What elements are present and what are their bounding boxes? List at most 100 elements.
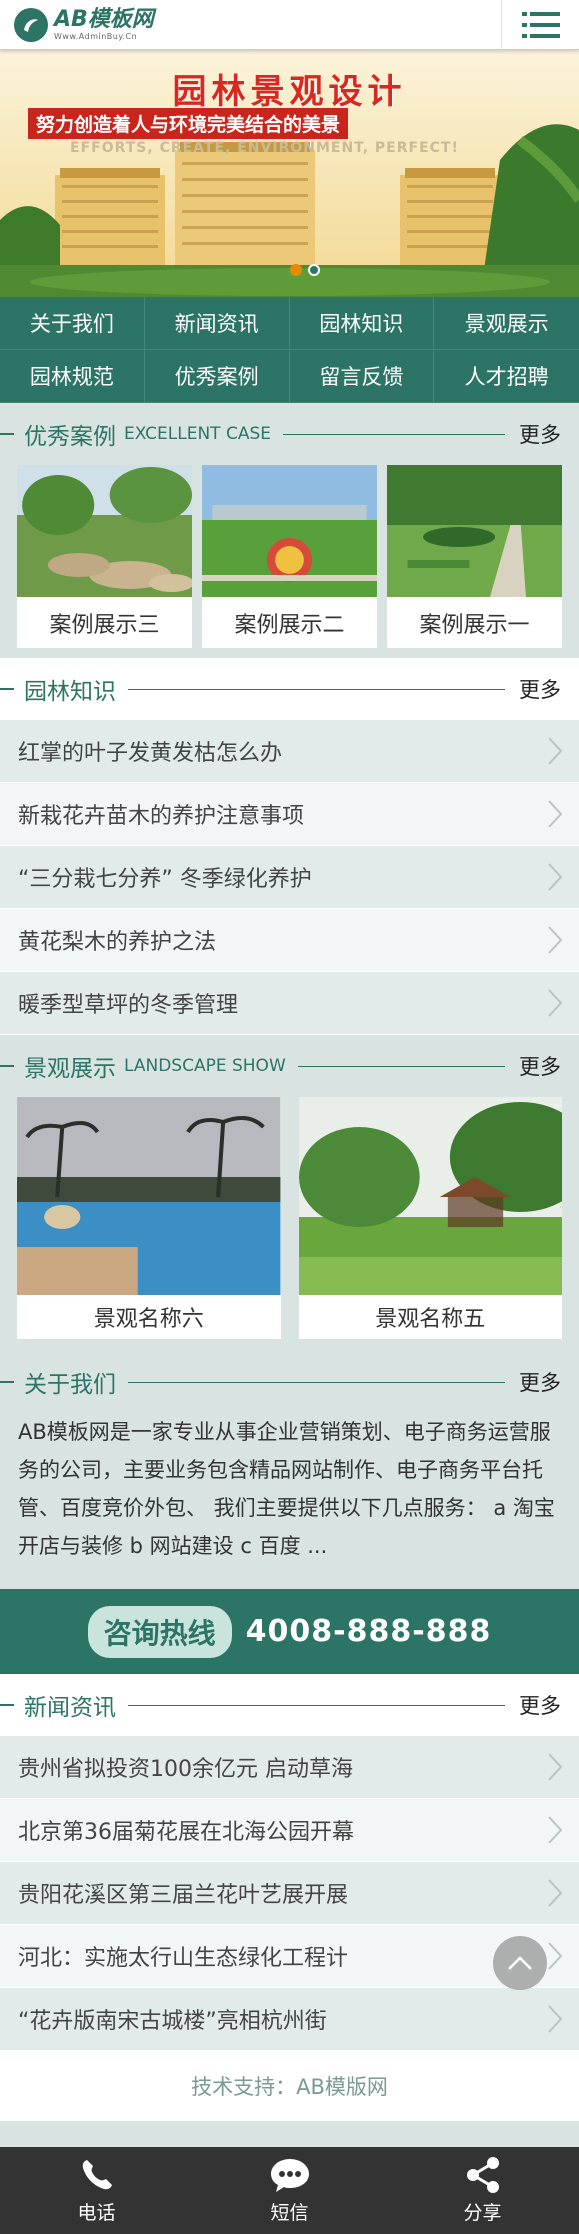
section-title: 关于我们 bbox=[24, 1372, 116, 1398]
menu-icon bbox=[521, 11, 560, 38]
chevron-right-icon bbox=[543, 986, 567, 1020]
phone-icon bbox=[82, 2160, 112, 2190]
sms-icon bbox=[270, 2159, 309, 2192]
chevron-right-icon bbox=[543, 860, 567, 894]
list-item[interactable]: 暖季型草坪的冬季管理 bbox=[0, 972, 579, 1035]
case-card[interactable]: 案例展示三 bbox=[17, 465, 192, 648]
list-item[interactable]: “花卉版南宋古城楼”亮相杭州街 bbox=[0, 1988, 579, 2051]
section-header-news: 新闻资讯 更多 bbox=[0, 1674, 579, 1736]
list-item-title: 北京第36届菊花展在北海公园开幕 bbox=[18, 1820, 354, 1845]
menu-button[interactable] bbox=[501, 0, 579, 50]
landscape-image bbox=[298, 1097, 562, 1295]
case-image bbox=[387, 465, 562, 597]
chevron-right-icon bbox=[543, 923, 567, 957]
chevron-right-icon bbox=[543, 1750, 567, 1784]
hotline-label: 咨询热线 bbox=[87, 1605, 232, 1658]
news-list: 贵州省拟投资100余亿元 启动草海 北京第36届菊花展在北海公园开幕 贵阳花溪区… bbox=[0, 1736, 579, 2051]
nav-about[interactable]: 关于我们 bbox=[0, 297, 145, 350]
landscape-card[interactable]: 景观名称五 bbox=[298, 1097, 562, 1339]
case-image bbox=[17, 465, 192, 597]
landscape-label: 景观名称六 bbox=[93, 1307, 204, 1332]
bottom-bar: 电话 短信 分享 bbox=[0, 2147, 579, 2234]
back-to-top-button[interactable] bbox=[493, 1936, 547, 1990]
section-title-en: EXCELLENT CASE bbox=[124, 424, 271, 444]
landscape-label: 景观名称五 bbox=[375, 1307, 486, 1332]
nav-standards[interactable]: 园林规范 bbox=[0, 350, 145, 403]
list-item[interactable]: 贵州省拟投资100余亿元 启动草海 bbox=[0, 1736, 579, 1799]
list-item-title: 贵阳花溪区第三届兰花叶艺展开展 bbox=[18, 1883, 349, 1908]
footer-phone-button[interactable]: 电话 bbox=[0, 2147, 193, 2234]
list-item[interactable]: 红掌的叶子发黄发枯怎么办 bbox=[0, 720, 579, 783]
banner-slider[interactable]: 园林景观设计 努力创造着人与环境完美结合的美景 EFFORTS, CREATE,… bbox=[0, 50, 579, 297]
nav-landscape[interactable]: 景观展示 bbox=[434, 297, 579, 350]
tech-support[interactable]: 技术支持：AB模版网 bbox=[0, 2051, 579, 2121]
chevron-up-icon bbox=[508, 1956, 532, 1970]
case-label: 案例展示三 bbox=[49, 612, 160, 638]
footer-label: 短信 bbox=[270, 2202, 309, 2224]
more-link[interactable]: 更多 bbox=[519, 1051, 561, 1081]
banner-subtitle: 努力创造着人与环境完美结合的美景 bbox=[28, 108, 349, 139]
header: AB模板网 Www.AdminBuy.Cn bbox=[0, 0, 579, 50]
section-header-knowledge: 园林知识 更多 bbox=[0, 658, 579, 720]
section-header-cases: 优秀案例 EXCELLENT CASE 更多 bbox=[0, 403, 579, 465]
nav-knowledge[interactable]: 园林知识 bbox=[289, 297, 435, 350]
hotline-banner[interactable]: 咨询热线 4008-888-888 bbox=[0, 1589, 579, 1674]
case-card[interactable]: 案例展示一 bbox=[387, 465, 562, 648]
banner-title: 园林景观设计 bbox=[172, 72, 407, 112]
banner-english: EFFORTS, CREATE, ENVIRONMENT, PERFECT! bbox=[70, 140, 459, 156]
list-item-title: 暖季型草坪的冬季管理 bbox=[18, 993, 239, 1018]
logo[interactable]: AB模板网 Www.AdminBuy.Cn bbox=[14, 6, 154, 42]
list-item[interactable]: 河北：实施太行山生态绿化工程计 bbox=[0, 1925, 579, 1988]
footer-share-button[interactable]: 分享 bbox=[386, 2147, 579, 2234]
chevron-right-icon bbox=[543, 1813, 567, 1847]
list-item[interactable]: 贵阳花溪区第三届兰花叶艺展开展 bbox=[0, 1862, 579, 1925]
section-header-about: 关于我们 更多 bbox=[0, 1351, 579, 1413]
nav-news[interactable]: 新闻资讯 bbox=[144, 297, 290, 350]
banner-dots bbox=[290, 264, 320, 276]
more-link[interactable]: 更多 bbox=[519, 674, 561, 704]
case-gallery: 案例展示三 案例展示二 案例展示一 bbox=[0, 465, 579, 648]
landscape-card[interactable]: 景观名称六 bbox=[17, 1097, 281, 1339]
section-title: 景观展示 bbox=[24, 1056, 116, 1082]
section-title-en: LANDSCAPE SHOW bbox=[124, 1056, 286, 1076]
case-card[interactable]: 案例展示二 bbox=[202, 465, 377, 648]
list-item-title: 红掌的叶子发黄发枯怎么办 bbox=[18, 741, 283, 766]
slider-dot[interactable] bbox=[290, 264, 302, 276]
footer-label: 分享 bbox=[463, 2202, 502, 2224]
nav-jobs[interactable]: 人才招聘 bbox=[434, 350, 579, 403]
more-link[interactable]: 更多 bbox=[519, 419, 561, 449]
about-text: AB模板网是一家专业从事企业营销策划、电子商务运营服务的公司，主要业务包含精品网… bbox=[18, 1420, 555, 1558]
list-item-title: “三分栽七分养” 冬季绿化养护 bbox=[18, 867, 312, 892]
knowledge-list: 红掌的叶子发黄发枯怎么办 新栽花卉苗木的养护注意事项 “三分栽七分养” 冬季绿化… bbox=[0, 720, 579, 1035]
share-icon bbox=[466, 2157, 499, 2193]
list-item[interactable]: “三分栽七分养” 冬季绿化养护 bbox=[0, 846, 579, 909]
list-item-title: 新栽花卉苗木的养护注意事项 bbox=[18, 804, 305, 829]
logo-subtitle: Www.AdminBuy.Cn bbox=[54, 31, 138, 41]
landscape-image bbox=[17, 1097, 281, 1295]
slider-dot-active[interactable] bbox=[308, 264, 320, 276]
list-item[interactable]: 新栽花卉苗木的养护注意事项 bbox=[0, 783, 579, 846]
nav-feedback[interactable]: 留言反馈 bbox=[289, 350, 435, 403]
nav-cases[interactable]: 优秀案例 bbox=[144, 350, 290, 403]
section-header-landscape: 景观展示 LANDSCAPE SHOW 更多 bbox=[0, 1035, 579, 1097]
list-item-title: 黄花梨木的养护之法 bbox=[18, 930, 217, 955]
list-item-title: 河北：实施太行山生态绿化工程计 bbox=[18, 1946, 349, 1971]
chevron-right-icon bbox=[543, 797, 567, 831]
chevron-right-icon bbox=[543, 2002, 567, 2036]
chevron-right-icon bbox=[543, 1939, 567, 1973]
section-title: 优秀案例 bbox=[24, 424, 116, 450]
more-link[interactable]: 更多 bbox=[519, 1690, 561, 1720]
logo-title: AB模板网 bbox=[54, 6, 154, 32]
more-link[interactable]: 更多 bbox=[519, 1367, 561, 1397]
case-label: 案例展示一 bbox=[419, 612, 530, 638]
section-title: 新闻资讯 bbox=[24, 1695, 116, 1721]
hotline-number[interactable]: 4008-888-888 bbox=[246, 1614, 492, 1649]
list-item-title: 贵州省拟投资100余亿元 启动草海 bbox=[18, 1757, 353, 1782]
list-item-title: “花卉版南宋古城楼”亮相杭州街 bbox=[18, 2009, 327, 2034]
case-image bbox=[202, 465, 377, 597]
list-item[interactable]: 黄花梨木的养护之法 bbox=[0, 909, 579, 972]
footer-label: 电话 bbox=[77, 2202, 116, 2224]
chevron-right-icon bbox=[543, 1876, 567, 1910]
list-item[interactable]: 北京第36届菊花展在北海公园开幕 bbox=[0, 1799, 579, 1862]
footer-sms-button[interactable]: 短信 bbox=[193, 2147, 386, 2234]
